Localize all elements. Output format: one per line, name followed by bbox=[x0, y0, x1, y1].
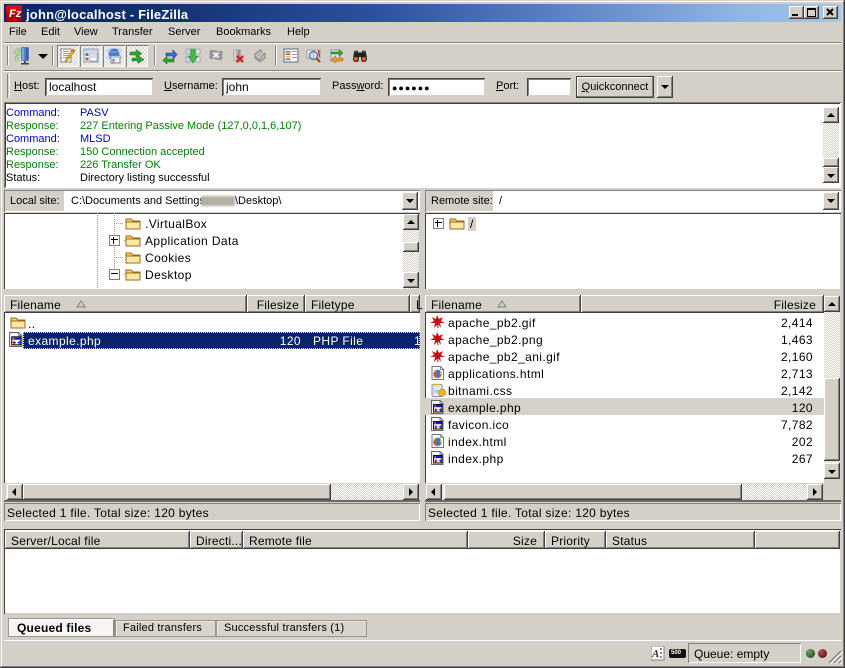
svg-text:Fz: Fz bbox=[9, 8, 22, 20]
svg-text:A: A bbox=[651, 648, 659, 660]
